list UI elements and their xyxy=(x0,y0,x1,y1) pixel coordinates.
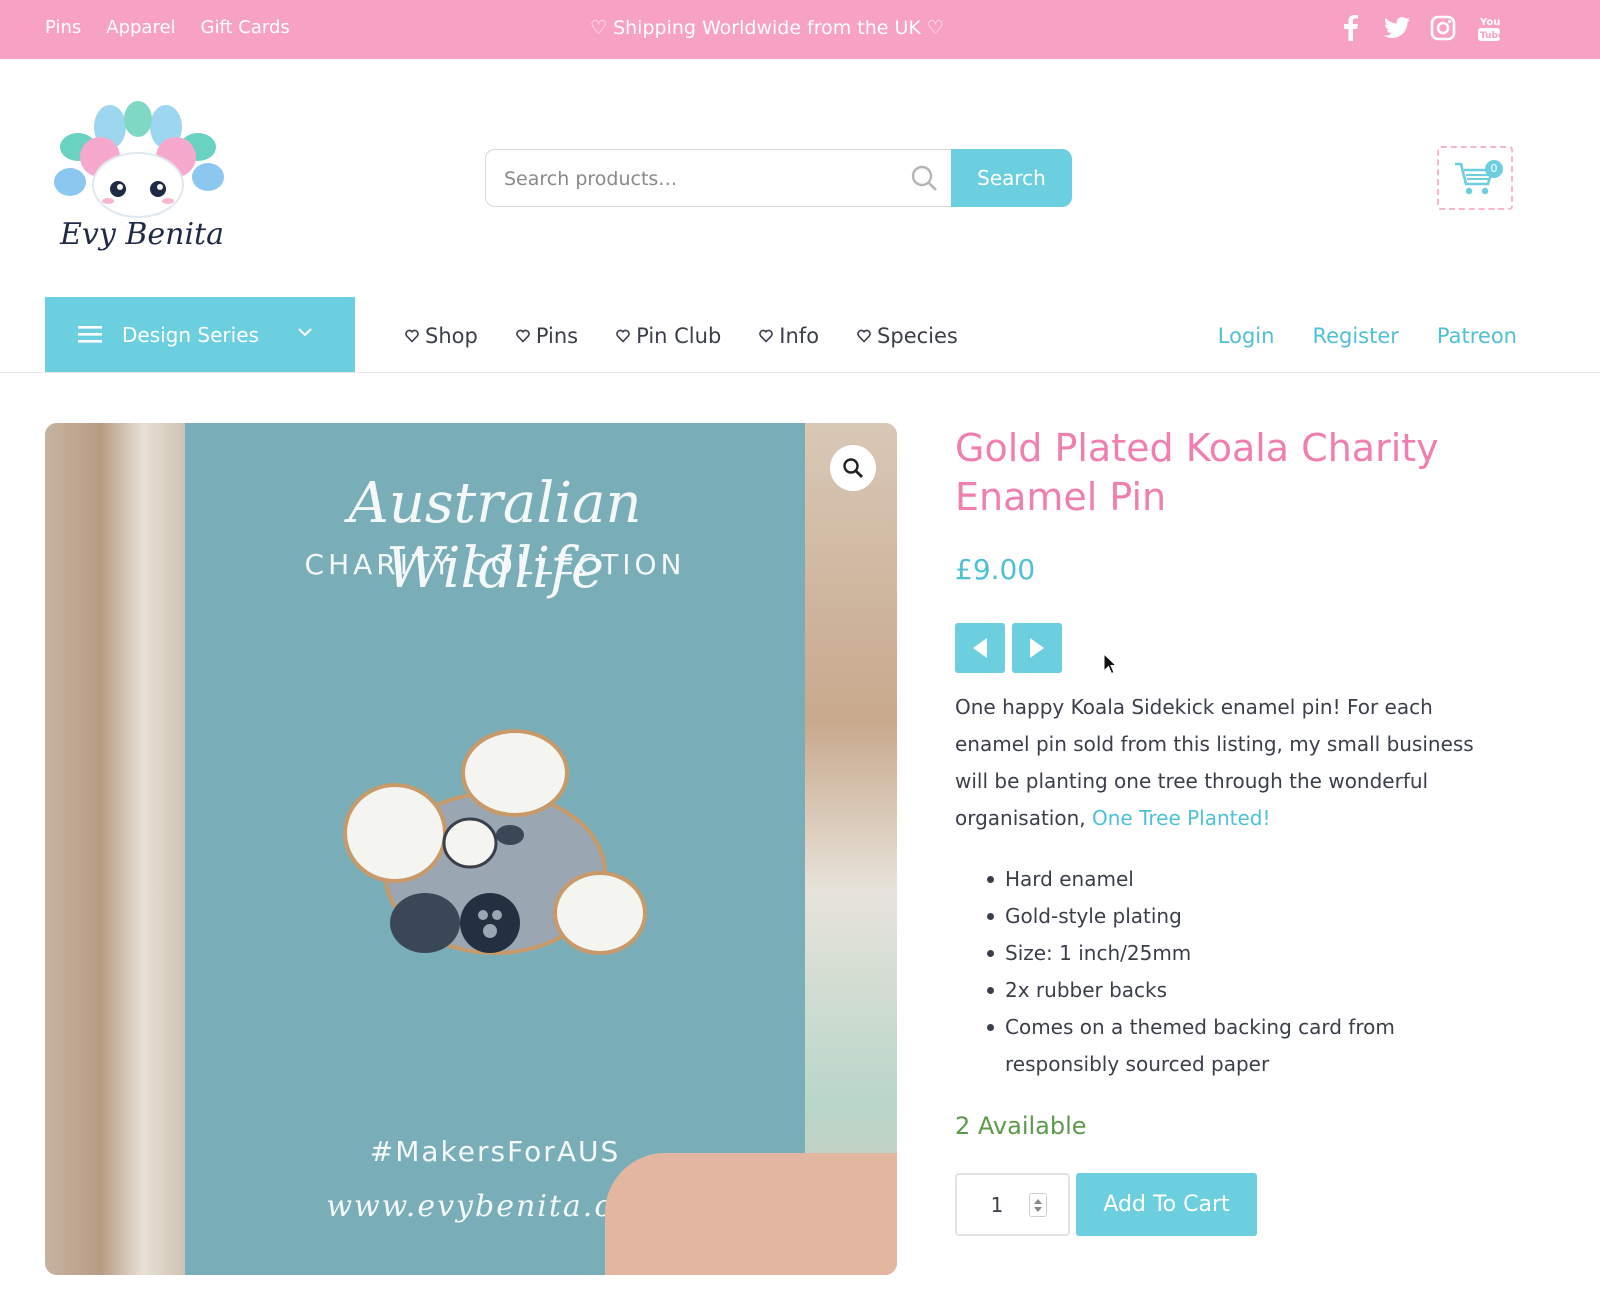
zoom-button[interactable] xyxy=(830,445,876,491)
nav-item-pin-club[interactable]: Pin Club xyxy=(616,324,721,348)
store-logo[interactable]: Evy Benita xyxy=(48,97,230,257)
nav-item-species[interactable]: Species xyxy=(857,324,958,348)
nav-item-label: Info xyxy=(779,324,820,348)
search-icon[interactable] xyxy=(910,164,938,192)
koala-pin-illustration xyxy=(343,729,647,955)
nav-item-label: Pin Club xyxy=(636,324,722,348)
main-nav: Shop Pins Pin Club Info Species xyxy=(405,324,958,348)
twitter-icon[interactable] xyxy=(1384,13,1410,43)
product-description: One happy Koala Sidekick enamel pin! For… xyxy=(955,689,1495,837)
patreon-link[interactable]: Patreon xyxy=(1437,324,1517,348)
heart-icon xyxy=(405,329,419,343)
nav-item-label: Shop xyxy=(425,324,478,348)
finger xyxy=(605,1153,897,1275)
search-box xyxy=(485,149,952,207)
product-image[interactable]: Australian Wildlife CHARITY COLLECTION #… xyxy=(45,423,897,1275)
feature-item: Hard enamel xyxy=(987,861,1475,898)
search-button[interactable]: Search xyxy=(951,149,1072,207)
quantity-stepper xyxy=(955,1173,1070,1236)
heart-icon xyxy=(759,329,774,343)
login-link[interactable]: Login xyxy=(1218,324,1275,348)
heart-icon xyxy=(857,329,871,343)
heart-icon xyxy=(616,329,630,343)
arrow-left-icon xyxy=(973,638,987,658)
previous-product-button[interactable] xyxy=(955,623,1005,673)
account-nav: Login Register Patreon xyxy=(1218,324,1517,348)
quantity-spin-buttons[interactable] xyxy=(1029,1193,1047,1217)
magnifier-icon xyxy=(843,458,863,478)
nav-item-label: Pins xyxy=(535,324,579,348)
logo-text: Evy Benita xyxy=(60,217,224,252)
card-title: Australian Wildlife xyxy=(348,471,642,601)
add-to-cart-button[interactable]: Add To Cart xyxy=(1076,1173,1257,1236)
feature-item: Size: 1 inch/25mm xyxy=(987,935,1475,972)
top-links: Pins Apparel Gift Cards xyxy=(45,17,290,38)
social-links: You Tube xyxy=(1338,13,1502,43)
nav-item-shop[interactable]: Shop xyxy=(405,324,478,348)
search-input[interactable] xyxy=(504,166,884,192)
nav-divider xyxy=(0,372,1600,373)
top-link-gift-cards[interactable]: Gift Cards xyxy=(201,17,290,38)
bookshelf-left xyxy=(45,423,185,1275)
shipping-promo: ♡ Shipping Worldwide from the UK ♡ xyxy=(590,17,944,39)
nav-item-pins[interactable]: Pins xyxy=(516,324,578,348)
cart-count-badge: 0 xyxy=(1485,160,1503,178)
stock-status: 2 Available xyxy=(955,1112,1087,1140)
arrow-right-icon xyxy=(1030,638,1044,658)
caret-up-icon xyxy=(1034,1198,1042,1204)
design-series-menu[interactable]: Design Series xyxy=(45,297,355,372)
top-link-pins[interactable]: Pins xyxy=(45,17,81,38)
bookshelf-right xyxy=(797,423,897,1275)
nav-item-label: Species xyxy=(877,324,958,348)
feature-item: 2x rubber backs xyxy=(987,972,1475,1009)
product-price: £9.00 xyxy=(955,553,1036,586)
facebook-icon[interactable] xyxy=(1338,13,1364,43)
product-nav-arrows xyxy=(955,623,1062,673)
quantity-input[interactable] xyxy=(977,1193,1017,1217)
feature-item: Comes on a themed backing card from resp… xyxy=(987,1009,1475,1083)
instagram-icon[interactable] xyxy=(1430,13,1456,43)
nav-item-info[interactable]: Info xyxy=(759,324,819,348)
mouse-cursor-icon xyxy=(1103,653,1117,675)
feature-list: Hard enamel Gold-style plating Size: 1 i… xyxy=(987,861,1475,1083)
design-series-label: Design Series xyxy=(122,323,259,347)
caret-down-icon xyxy=(1034,1206,1042,1212)
top-link-apparel[interactable]: Apparel xyxy=(106,17,175,38)
chevron-down-icon xyxy=(298,328,312,337)
top-bar: Pins Apparel Gift Cards ♡ Shipping World… xyxy=(0,0,1600,59)
svg-text:Tube: Tube xyxy=(1480,31,1500,41)
cart-button[interactable]: 0 xyxy=(1437,146,1513,210)
next-product-button[interactable] xyxy=(1012,623,1062,673)
one-tree-planted-link[interactable]: One Tree Planted! xyxy=(1092,806,1271,830)
hamburger-icon xyxy=(78,326,102,343)
heart-icon xyxy=(516,329,530,343)
feature-item: Gold-style plating xyxy=(987,898,1475,935)
svg-text:You: You xyxy=(1479,17,1500,28)
card-subtitle: CHARITY COLLECTION xyxy=(304,548,686,581)
youtube-icon[interactable]: You Tube xyxy=(1476,13,1502,43)
product-title: Gold Plated Koala Charity Enamel Pin xyxy=(955,426,1439,519)
register-link[interactable]: Register xyxy=(1312,324,1398,348)
